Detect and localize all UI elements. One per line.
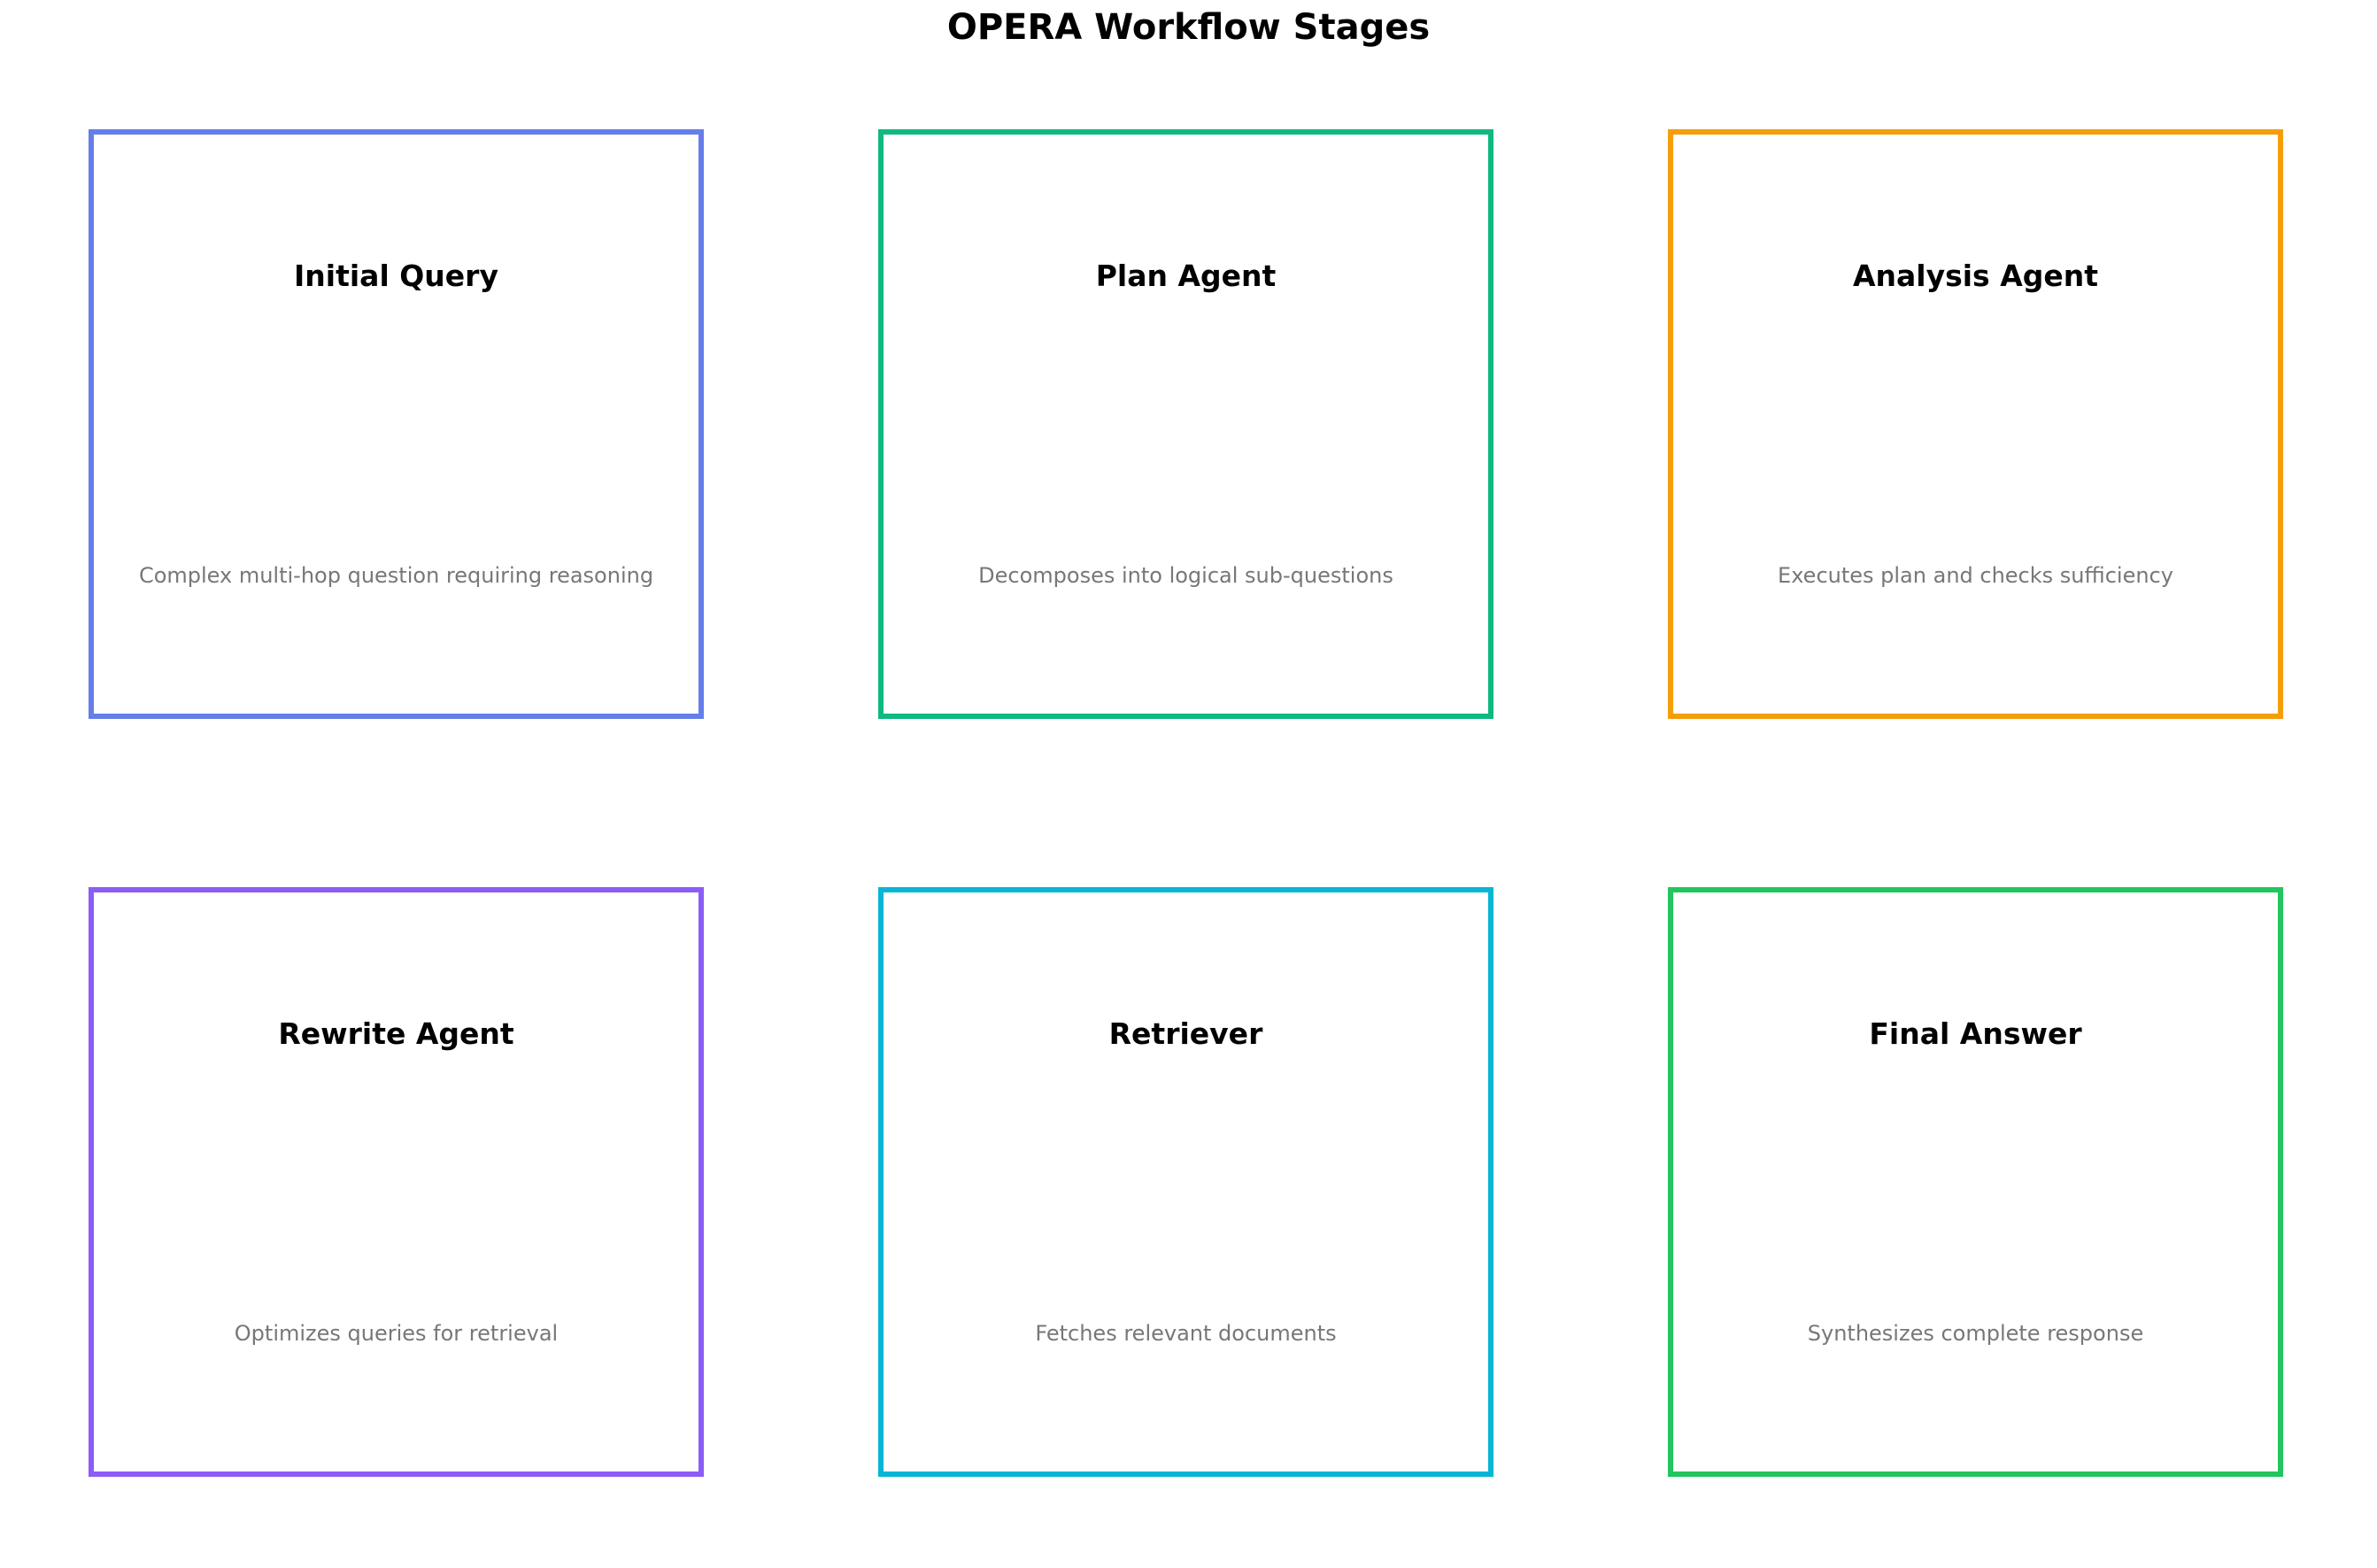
stage-description: Synthesizes complete response: [1807, 1321, 2144, 1346]
stage-final-answer: Final Answer Synthesizes complete respon…: [1668, 887, 2283, 1477]
stage-plan-agent: Plan Agent Decomposes into logical sub-q…: [878, 129, 1493, 719]
stage-analysis-agent: Analysis Agent Executes plan and checks …: [1668, 129, 2283, 719]
stage-title: Final Answer: [1869, 1016, 2082, 1051]
stage-title: Plan Agent: [1095, 259, 1277, 293]
stage-title: Rewrite Agent: [278, 1016, 514, 1051]
stage-retriever: Retriever Fetches relevant documents: [878, 887, 1493, 1477]
stage-description: Decomposes into logical sub-questions: [978, 563, 1393, 588]
stage-title: Initial Query: [294, 259, 498, 293]
stage-title: Analysis Agent: [1852, 259, 2099, 293]
stage-title: Retriever: [1108, 1016, 1263, 1051]
diagram-title: OPERA Workflow Stages: [946, 7, 1431, 48]
stage-description: Fetches relevant documents: [1035, 1321, 1337, 1346]
stage-initial-query: Initial Query Complex multi-hop question…: [89, 129, 704, 719]
stage-description: Optimizes queries for retrieval: [234, 1321, 559, 1346]
stage-description: Complex multi-hop question requiring rea…: [138, 563, 654, 588]
stage-rewrite-agent: Rewrite Agent Optimizes queries for retr…: [89, 887, 704, 1477]
stage-description: Executes plan and checks sufficiency: [1778, 563, 2173, 588]
